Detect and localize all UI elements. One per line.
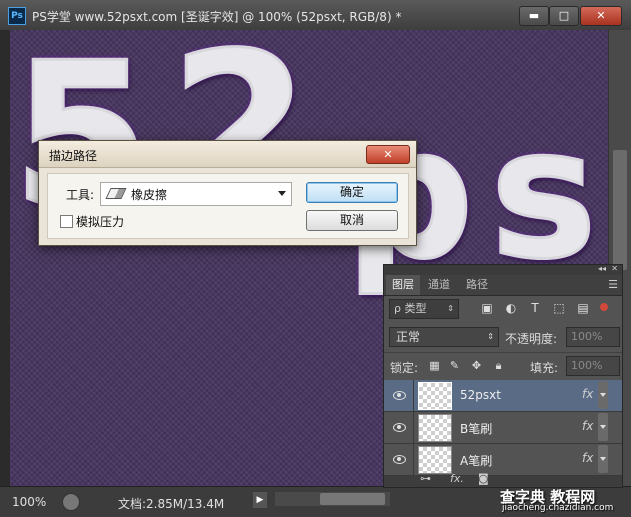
minimize-button[interactable]: ▬ xyxy=(519,6,549,26)
blend-mode-value: 正常 xyxy=(396,330,421,344)
document-title: PS学堂 www.52psxt.com [圣诞字效] @ 100% (52psx… xyxy=(32,10,402,24)
layer-thumbnail xyxy=(418,414,452,442)
watermark-url: jiaocheng.chazidian.com xyxy=(502,503,614,513)
ok-button[interactable]: 确定 xyxy=(306,182,398,203)
lock-image-brush-icon[interactable]: ✎ xyxy=(448,359,461,372)
visibility-toggle[interactable] xyxy=(384,412,414,443)
tab-paths[interactable]: 路径 xyxy=(460,275,494,295)
document-title-bar: Ps PS学堂 www.52psxt.com [圣诞字效] @ 100% (52… xyxy=(0,0,631,31)
dialog-body: 工具: 橡皮擦 模拟压力 确定 取消 xyxy=(47,173,409,239)
expand-effects-icon[interactable] xyxy=(598,445,608,473)
minimize-icon: ▬ xyxy=(528,9,540,22)
lock-label: 锁定: xyxy=(390,361,419,375)
status-info-icon[interactable] xyxy=(62,493,80,511)
simulate-pressure-checkbox[interactable] xyxy=(60,215,73,228)
lock-transparent-icon[interactable]: ▦ xyxy=(428,359,441,372)
lock-all-icon[interactable]: 🔒︎ xyxy=(492,359,505,372)
maximize-button[interactable]: □ xyxy=(549,6,579,26)
chevron-down-icon xyxy=(278,191,286,196)
zoom-level[interactable]: 100% xyxy=(12,495,46,509)
expand-effects-icon[interactable] xyxy=(598,413,608,441)
stepper-icon: ⇕ xyxy=(487,332,494,341)
status-menu-arrow-icon[interactable]: ▶ xyxy=(253,492,267,508)
blend-mode-select[interactable]: 正常 ⇕ xyxy=(389,327,499,347)
lock-position-move-icon[interactable]: ✥ xyxy=(470,359,483,372)
dialog-title: 描边路径 xyxy=(49,149,98,163)
filter-type-value: ρ 类型 xyxy=(394,302,427,315)
panel-header-strip: ◂◂ ✕ xyxy=(384,264,622,275)
stepper-icon: ⇕ xyxy=(447,304,454,313)
eye-icon xyxy=(393,423,406,432)
layer-list: 52psxt fx B笔刷 fx A笔刷 fx xyxy=(384,380,622,476)
collapse-panel-icon[interactable]: ◂◂ xyxy=(598,264,606,273)
layers-panel: ◂◂ ✕ 图层 通道 路径 ☰ ρ 类型 ⇕ ▣ ◐ T ⬚ ▤ 正常 ⇕ 不透… xyxy=(383,264,623,488)
lock-row: 锁定: ▦ ✎ ✥ 🔒︎ 填充: 100% xyxy=(384,352,622,379)
photoshop-logo-icon: Ps xyxy=(8,7,26,25)
visibility-toggle[interactable] xyxy=(384,380,414,411)
canvas-left-gutter xyxy=(0,30,10,486)
close-window-button[interactable]: ✕ xyxy=(580,6,622,26)
eye-icon xyxy=(393,391,406,400)
dialog-title-bar: 描边路径 ✕ xyxy=(39,141,416,168)
eraser-icon xyxy=(105,188,127,199)
panel-tabs: 图层 通道 路径 ☰ xyxy=(384,275,622,296)
dialog-close-button[interactable]: ✕ xyxy=(366,145,410,164)
fill-label: 填充: xyxy=(530,361,559,375)
filter-type-select[interactable]: ρ 类型 ⇕ xyxy=(389,299,459,319)
opacity-value: 100% xyxy=(571,330,603,343)
panel-menu-icon[interactable]: ☰ xyxy=(608,278,618,291)
layer-name[interactable]: A笔刷 xyxy=(460,452,492,469)
document-info: 文档:2.85M/13.4M xyxy=(118,497,225,511)
fill-field[interactable]: 100% xyxy=(566,356,620,376)
tool-select[interactable]: 橡皮擦 xyxy=(100,182,292,206)
close-icon: ✕ xyxy=(596,9,606,22)
pixel-filter-icon[interactable]: ▣ xyxy=(480,301,494,315)
layer-name[interactable]: 52psxt xyxy=(460,388,501,402)
layer-effects-icon[interactable]: fx xyxy=(582,451,593,465)
smart-object-filter-icon[interactable]: ▤ xyxy=(576,301,590,315)
shape-filter-icon[interactable]: ⬚ xyxy=(552,301,566,315)
tab-layers[interactable]: 图层 xyxy=(386,275,420,295)
opacity-field[interactable]: 100% xyxy=(566,327,620,347)
opacity-label: 不透明度: xyxy=(505,332,558,346)
eye-icon xyxy=(393,455,406,464)
blend-row: 正常 ⇕ 不透明度: 100% xyxy=(384,324,622,350)
layer-name[interactable]: B笔刷 xyxy=(460,420,492,437)
cancel-button[interactable]: 取消 xyxy=(306,210,398,231)
layer-effects-icon[interactable]: fx xyxy=(582,387,593,401)
tool-select-value: 橡皮擦 xyxy=(131,188,168,202)
horizontal-scrollbar[interactable] xyxy=(275,492,390,506)
type-filter-icon[interactable]: T xyxy=(528,301,542,315)
layer-row-52psxt[interactable]: 52psxt fx xyxy=(384,380,622,412)
layer-thumbnail xyxy=(418,382,452,410)
tool-label: 工具: xyxy=(66,188,95,202)
fill-value: 100% xyxy=(571,359,603,372)
expand-effects-icon[interactable] xyxy=(598,381,608,409)
add-mask-icon[interactable]: ◙ xyxy=(478,472,489,485)
tab-channels[interactable]: 通道 xyxy=(422,275,456,295)
visibility-toggle[interactable] xyxy=(384,444,414,475)
simulate-pressure-label[interactable]: 模拟压力 xyxy=(76,213,124,230)
close-icon: ✕ xyxy=(383,148,393,161)
stroke-path-dialog: 描边路径 ✕ 工具: 橡皮擦 模拟压力 确定 取消 xyxy=(38,140,417,246)
filter-toggle-icon[interactable] xyxy=(600,303,608,311)
layer-filter-row: ρ 类型 ⇕ ▣ ◐ T ⬚ ▤ xyxy=(384,296,622,322)
close-panel-icon[interactable]: ✕ xyxy=(611,264,618,273)
horizontal-scroll-thumb[interactable] xyxy=(320,493,385,505)
add-style-icon[interactable]: fx. xyxy=(450,472,464,485)
link-layers-icon[interactable]: ⊶ xyxy=(420,472,431,485)
vertical-scroll-thumb[interactable] xyxy=(613,150,627,270)
layer-effects-icon[interactable]: fx xyxy=(582,419,593,433)
layer-thumbnail xyxy=(418,446,452,474)
layer-row-b-brush[interactable]: B笔刷 fx xyxy=(384,412,622,444)
maximize-icon: □ xyxy=(558,9,570,22)
adjustment-filter-icon[interactable]: ◐ xyxy=(504,301,518,315)
